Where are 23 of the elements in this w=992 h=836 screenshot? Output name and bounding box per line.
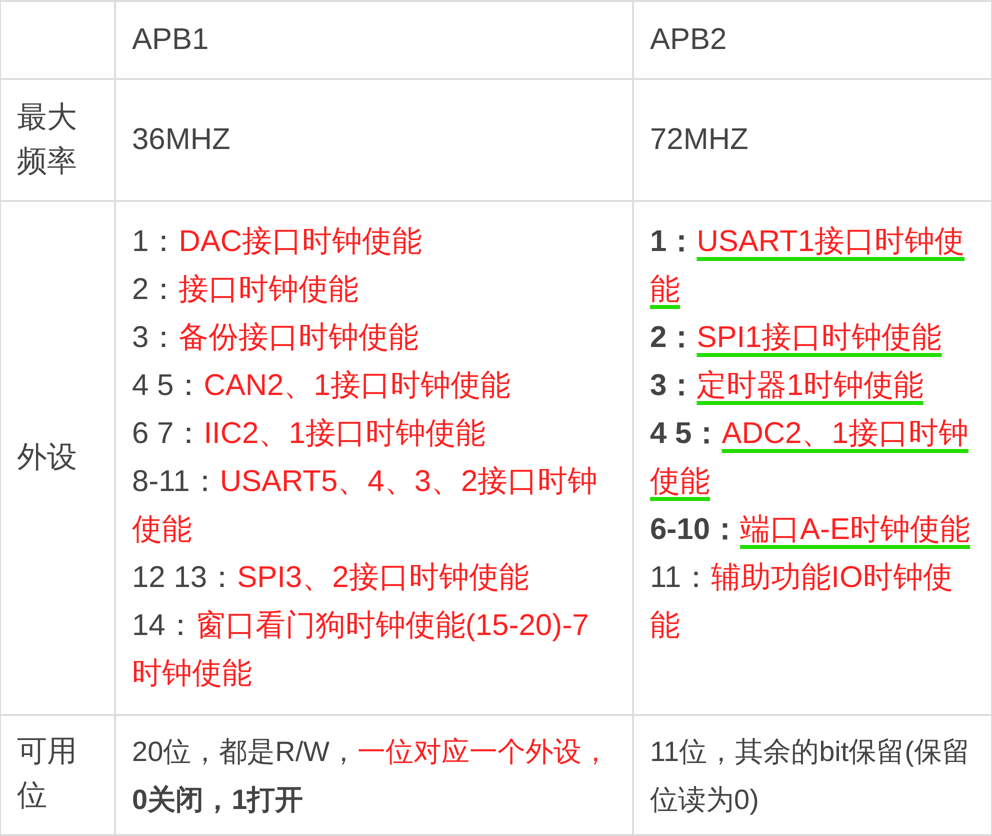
peripheral-entry: 3：备份接口时钟使能 [132,320,420,356]
column-header: APB1 [132,23,209,56]
peripheral-entry: 8-11：USART5、4、3、2接口时钟使能 [132,464,599,548]
peripheral-entry: 3：定时器1时钟使能 [650,368,924,404]
row-label: 可用位 [17,735,77,812]
row-label: 外设 [17,441,77,474]
peripheral-entry: 2：SPI1接口时钟使能 [650,320,943,356]
peripheral-entry: 1：USART1接口时钟使能 [650,224,966,308]
cell-text: 20位，都是R/W，一位对应一个外设， 0关闭，1打开 [132,735,611,817]
peripheral-entry: 1：DAC接口时钟使能 [132,224,424,260]
peripheral-entry: 4 5：ADC2、1接口时钟使能 [650,416,970,500]
peripheral-entry: 2：接口时钟使能 [132,272,360,308]
peripheral-entry: 11：辅助功能IO时钟使能 [650,560,954,644]
cell-text: 11位，其余的bit保留(保留位读为0) [650,735,971,817]
peripheral-entry: 14：窗口看门狗时钟使能(15-20)-7时钟使能 [132,608,590,692]
cell-text: 72MHZ [650,122,750,158]
peripheral-entry: 6 7：IIC2、1接口时钟使能 [132,416,486,452]
cell-text: 36MHZ [132,122,232,158]
peripheral-entry: 6-10：端口A-E时钟使能 [650,512,972,548]
peripheral-entry: 4 5：CAN2、1接口时钟使能 [132,368,512,404]
column-header: APB2 [650,23,727,56]
peripheral-entry: 12 13：SPI3、2接口时钟使能 [132,560,530,596]
row-label: 最大频率 [17,101,77,178]
